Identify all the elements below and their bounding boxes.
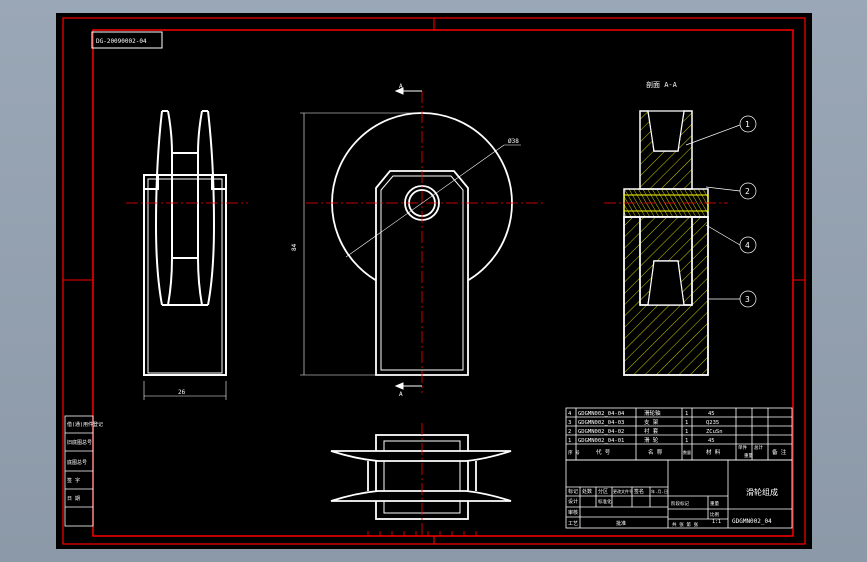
title-role-approve: 批准 [616, 520, 626, 527]
callout-4: 4 [745, 241, 750, 250]
section-view [623, 110, 709, 376]
code-box-text: DG-20090002-04 [96, 38, 147, 45]
side-view [143, 110, 227, 376]
bom-row-1-material: 45 [708, 411, 715, 417]
title-weight-label: 重量 [710, 500, 719, 507]
cut-label-bottom: A [399, 391, 403, 398]
width-dim-text: 26 [178, 389, 186, 396]
revision-block [64, 415, 94, 527]
title-stage: 阶段标记 [671, 500, 689, 507]
bom-header-remark: 备 注 [772, 448, 787, 456]
title-mark-0: 标记 [568, 488, 578, 495]
bom-header-qty: 数量 [683, 449, 691, 455]
title-scale: 1:1 [712, 519, 721, 525]
bom-header-no: 序 号 [568, 449, 580, 456]
title-role-process: 工艺 [568, 521, 578, 527]
bom-header-name: 名 称 [648, 448, 663, 456]
callout-2: 2 [745, 187, 750, 196]
bom-row-1-code: GDGMN002_04-04 [578, 411, 625, 417]
bom-row-1-no: 4 [568, 411, 572, 417]
bom-row-2-no: 3 [568, 420, 571, 426]
bom-row-3-no: 2 [568, 429, 571, 435]
bom-row-2-code: GDGMN002_04-03 [578, 420, 624, 426]
title-ratio-label: 比例 [710, 511, 719, 518]
title-role-standard: 标准化 [598, 498, 612, 505]
bom-header-weight: 重量 [744, 452, 753, 459]
title-mark-1: 处数 [582, 488, 592, 495]
title-mark-5: 年.月.日 [651, 488, 668, 494]
drawing-canvas: DG-20090002-04 26 A A Ø38 84 剖面 A-A 1 2 … [62, 17, 806, 545]
bom-row-4-no: 1 [568, 438, 571, 444]
top-view [330, 434, 512, 520]
bom-header-code: 代 号 [596, 448, 611, 456]
bom-row-2-name: 支 架 [644, 418, 659, 426]
revision-cell-2: 底图总号 [67, 459, 87, 466]
bom-row-4-material: 45 [708, 438, 715, 444]
section-title: 剖面 A-A [646, 80, 678, 89]
bom-header-unit-weight: 单件 [738, 444, 747, 451]
bom-row-4-qty: 1 [685, 438, 688, 444]
revision-cell-3: 签 字 [67, 477, 80, 484]
cad-viewport[interactable]: DG-20090002-04 26 A A Ø38 84 剖面 A-A 1 2 … [56, 13, 812, 549]
revision-cell-0: 借(通)用件登记 [67, 421, 103, 428]
diameter-dim-text: Ø38 [508, 138, 519, 145]
bom-row-1-name: 滑轮轴 [644, 409, 661, 417]
revision-cell-1: 旧底图总号 [67, 439, 92, 446]
bom-row-4-code: GDGMN002_04-01 [578, 438, 624, 444]
bom-row-3-code: GDGMN002_04-02 [578, 429, 624, 435]
title-drawing-no: GDGMN002_04 [732, 518, 772, 525]
title-sheets: 共 张 第 张 [672, 521, 699, 528]
cut-label-top: A [399, 83, 403, 90]
callout-3: 3 [745, 295, 750, 304]
bom-row-2-material: Q235 [706, 420, 719, 426]
bom-row-3-name: 衬 套 [644, 427, 659, 435]
callout-1: 1 [745, 120, 750, 129]
title-mark-3: 更改文件号 [613, 488, 633, 494]
height-dim-text: 84 [291, 243, 298, 251]
bom-row-3-material: ZCuSn [706, 429, 723, 435]
bom-header-total-weight: 总计 [754, 444, 763, 451]
title-role-design: 设计 [568, 498, 578, 505]
bom-row-3-qty: 1 [685, 429, 688, 435]
title-mark-2: 分区 [598, 488, 608, 495]
bom-header-material: 材 料 [706, 448, 721, 456]
title-mark-4: 签名 [634, 488, 644, 495]
bom-row-2-qty: 1 [685, 420, 688, 426]
title-name: 滑轮组成 [746, 487, 778, 497]
revision-cell-4: 日 期 [67, 496, 80, 502]
bom-row-1-qty: 1 [685, 411, 688, 417]
bom-row-4-name: 滑 轮 [644, 436, 659, 444]
title-role-review: 审核 [568, 509, 578, 516]
